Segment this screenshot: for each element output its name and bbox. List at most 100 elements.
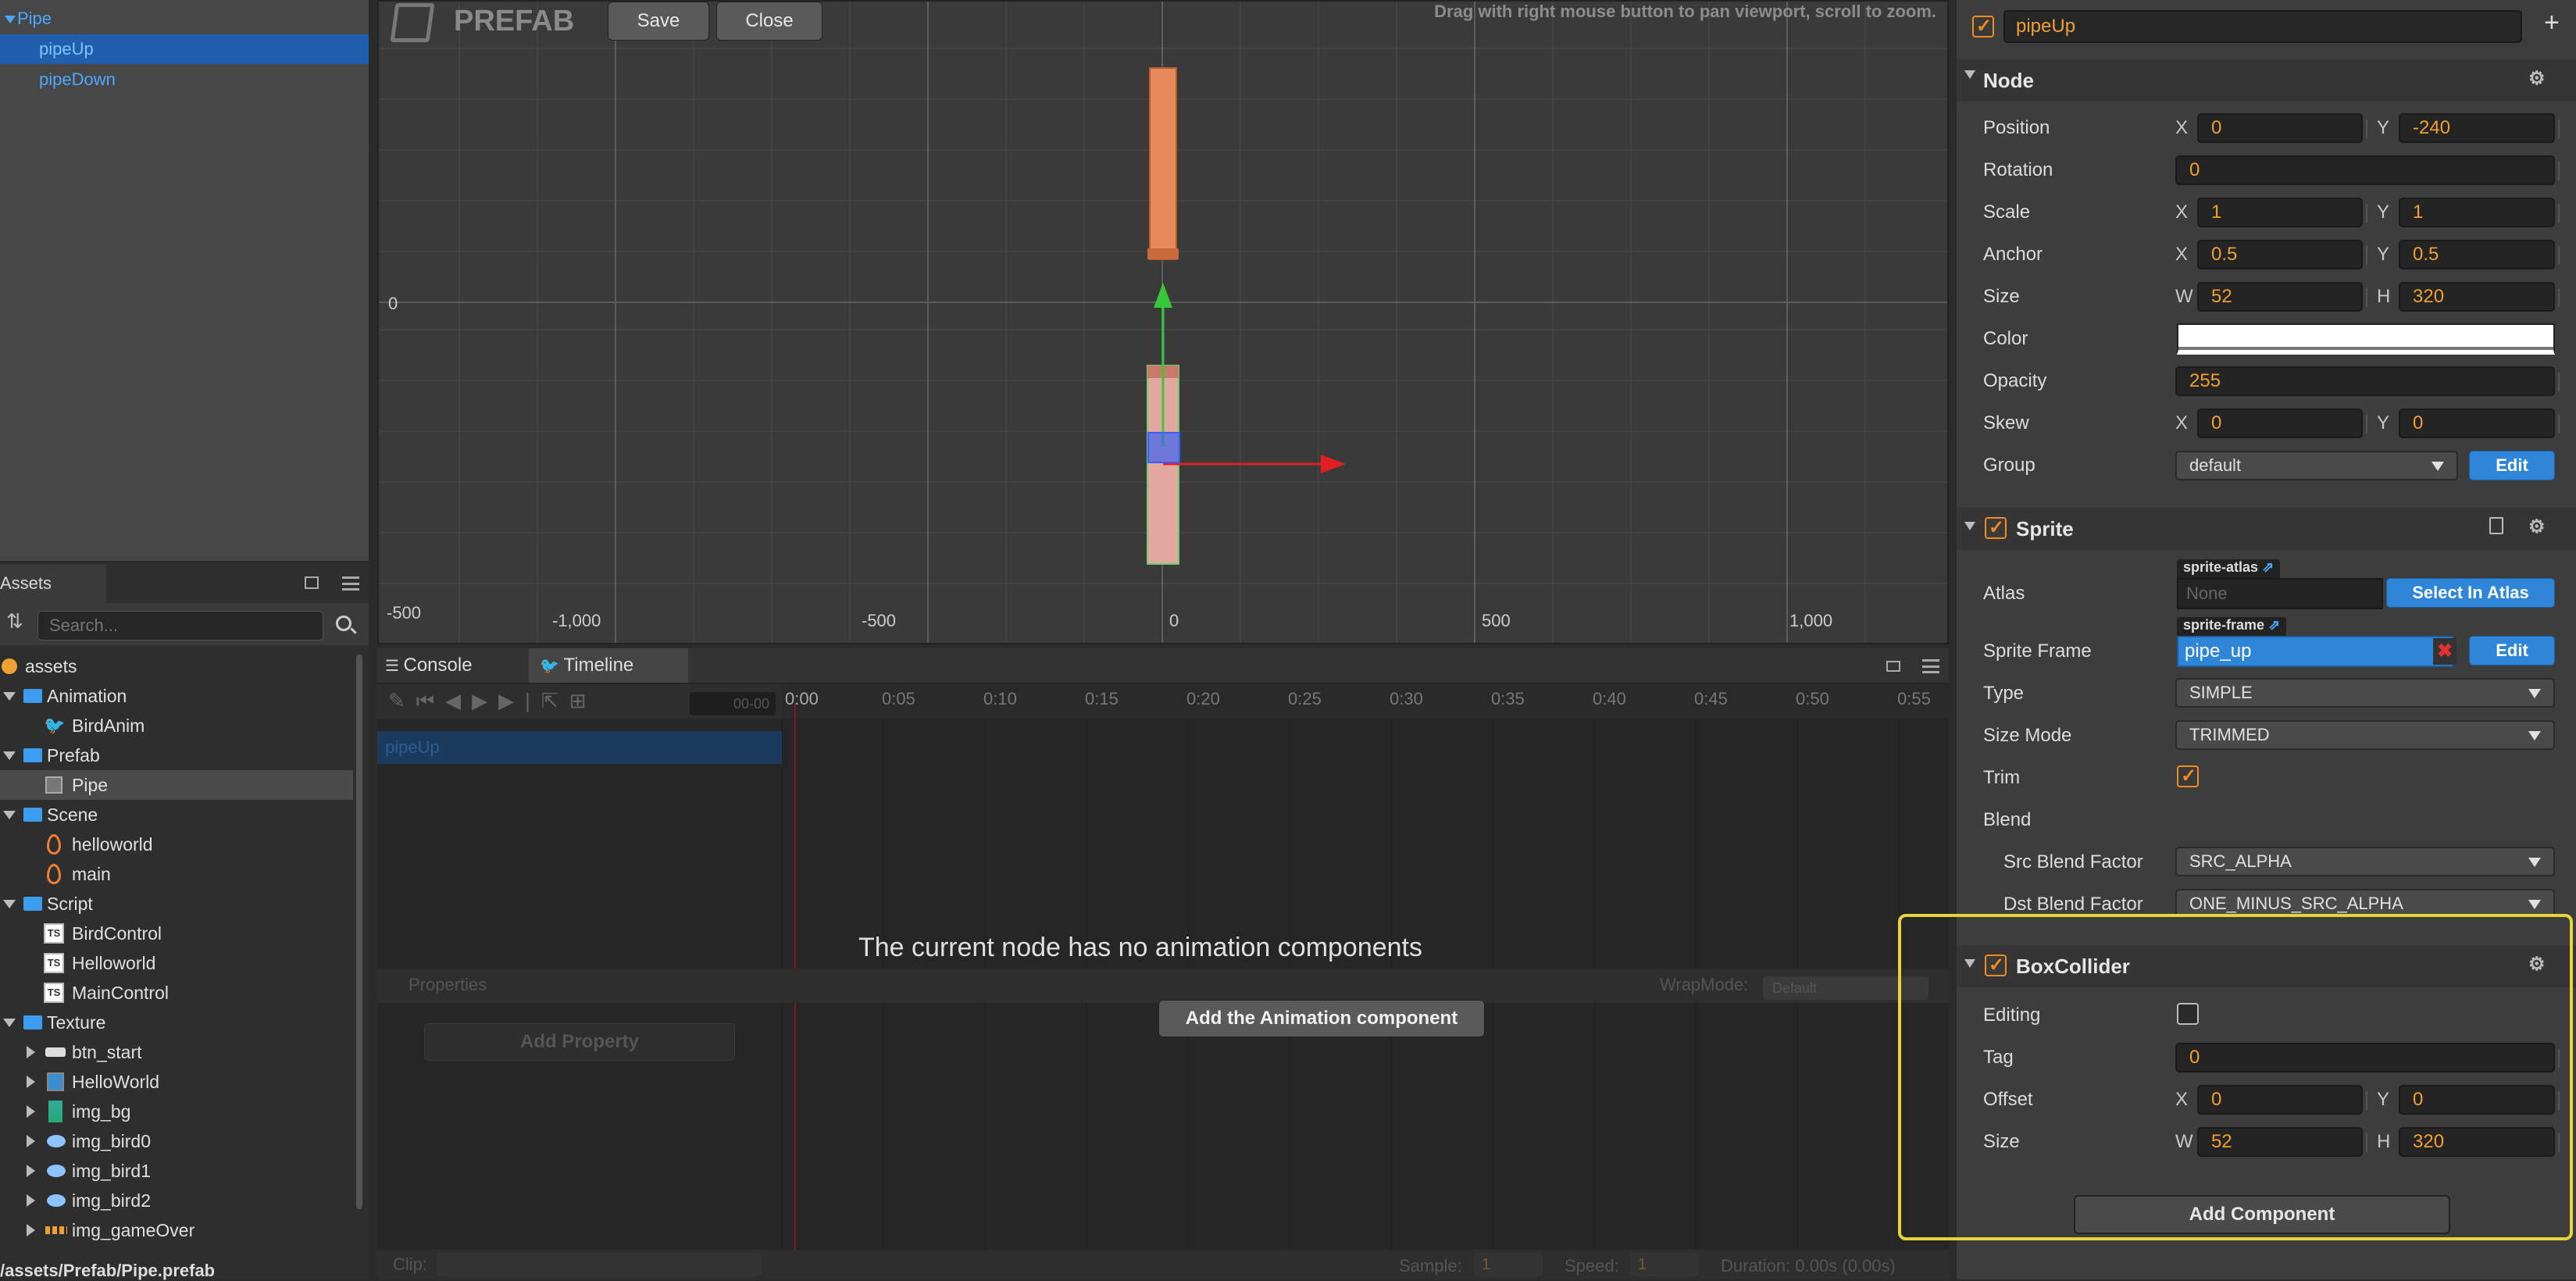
link-icon[interactable]: ⇗ (2268, 617, 2280, 633)
chevron-right-icon[interactable] (27, 1105, 35, 1118)
chevron-down-icon[interactable] (3, 900, 16, 908)
asset-item[interactable]: Animation (0, 681, 353, 711)
asset-item[interactable]: img_gameOver (0, 1215, 353, 1245)
chevron-right-icon[interactable] (27, 1224, 35, 1236)
sprite-frame-edit-button[interactable]: Edit (2469, 636, 2555, 665)
clear-icon[interactable]: ✖ (2433, 638, 2456, 665)
skew-x-input[interactable]: 0 (2197, 409, 2367, 438)
expand-arrow-icon[interactable] (5, 16, 16, 23)
asset-item[interactable]: assets (0, 651, 353, 681)
chevron-right-icon[interactable] (27, 1135, 35, 1147)
time-tick: 0:05 (882, 689, 915, 708)
src-blend-select[interactable]: SRC_ALPHA (2175, 847, 2555, 876)
chevron-right-icon[interactable] (27, 1076, 35, 1088)
asset-item[interactable]: img_bird2 (0, 1186, 353, 1215)
chevron-down-icon[interactable] (3, 1019, 16, 1027)
position-x-input[interactable]: 0 (2197, 113, 2367, 143)
popout-icon[interactable] (305, 576, 319, 589)
asset-item[interactable]: Script (0, 889, 353, 919)
asset-item[interactable]: btn_start (0, 1037, 353, 1067)
scale-y-input[interactable]: 1 (2399, 198, 2560, 227)
chevron-down-icon[interactable] (3, 692, 16, 701)
y-axis-label: -500 (387, 603, 422, 623)
asset-item[interactable]: TS BirdControl (0, 919, 353, 948)
dst-blend-select[interactable]: ONE_MINUS_SRC_ALPHA (2175, 889, 2555, 917)
size-h-input[interactable]: 320 (2399, 282, 2560, 312)
atlas-field[interactable]: None (2177, 578, 2383, 609)
save-button[interactable]: Save (608, 2, 709, 41)
hierarchy-item-pipeup[interactable]: pipeUp (0, 34, 369, 64)
asset-item[interactable]: TS MainControl (0, 978, 353, 1008)
select-value: ONE_MINUS_SRC_ALPHA (2189, 894, 2403, 913)
asset-item[interactable]: img_bird1 (0, 1156, 353, 1186)
anchor-y-input[interactable]: 0.5 (2399, 240, 2560, 269)
asset-item[interactable]: Texture (0, 1008, 353, 1037)
link-icon[interactable]: ⇗ (2262, 559, 2274, 575)
time-ruler[interactable] (782, 684, 1949, 719)
menu-icon[interactable] (342, 576, 359, 591)
tab-timeline[interactable]: 🐦 Timeline (529, 648, 688, 683)
group-select[interactable]: default (2175, 451, 2458, 480)
asset-item[interactable]: Scene (0, 800, 353, 830)
gear-icon[interactable]: ⚙ (2528, 67, 2546, 90)
group-edit-button[interactable]: Edit (2469, 451, 2555, 480)
anchor-x-input[interactable]: 0.5 (2197, 240, 2367, 269)
popout-icon[interactable] (1886, 661, 1900, 672)
close-button[interactable]: Close (716, 2, 822, 41)
trim-checkbox[interactable] (2177, 765, 2199, 787)
skew-y-input[interactable]: 0 (2399, 409, 2560, 438)
hierarchy-label: Pipe (17, 9, 52, 28)
gear-icon[interactable]: ⚙ (2528, 516, 2546, 538)
sprite-enabled-checkbox[interactable] (1985, 516, 2007, 539)
timeline-node-row[interactable]: pipeUp (377, 731, 782, 764)
scale-x-input[interactable]: 1 (2197, 198, 2367, 227)
size-mode-select[interactable]: TRIMMED (2175, 720, 2555, 750)
sort-icon[interactable]: ⇅ (6, 609, 23, 633)
asset-item[interactable]: img_bird0 (0, 1126, 353, 1156)
help-book-icon[interactable] (2489, 517, 2503, 534)
sprite-frame-field[interactable]: pipe_up (2177, 636, 2453, 667)
position-y-input[interactable]: -240 (2399, 113, 2560, 143)
opacity-input[interactable]: 255 (2175, 366, 2560, 396)
asset-item[interactable]: TS Helloworld (0, 948, 353, 978)
chevron-right-icon[interactable] (27, 1046, 35, 1058)
select-in-atlas-button[interactable]: Select In Atlas (2386, 578, 2555, 608)
asset-item[interactable]: img_bg (0, 1097, 353, 1126)
rotation-input[interactable]: 0 (2175, 155, 2560, 185)
type-select[interactable]: SIMPLE (2175, 678, 2555, 708)
clip-select[interactable] (437, 1253, 762, 1276)
node-section-header[interactable]: Node ⚙ (1957, 59, 2576, 102)
asset-item[interactable]: Prefab (0, 740, 353, 770)
sprite-section-header[interactable]: Sprite ⚙ (1957, 508, 2576, 550)
hierarchy-label: pipeUp (39, 39, 94, 59)
chevron-right-icon[interactable] (27, 1165, 35, 1177)
node-active-checkbox[interactable] (1972, 15, 1994, 37)
hierarchy-item-pipe[interactable]: Pipe (0, 4, 369, 34)
node-name-input[interactable]: pipeUp (2003, 10, 2522, 43)
scene-viewport[interactable]: PREFAB Save Close Drag with right mouse … (377, 0, 1949, 644)
add-icon[interactable]: + (2544, 8, 2560, 38)
color-swatch[interactable] (2177, 323, 2555, 355)
chevron-down-icon[interactable] (3, 751, 16, 760)
asset-item[interactable]: main (0, 859, 353, 889)
add-property-button[interactable]: Add Property (424, 1023, 735, 1061)
add-animation-component-button[interactable]: Add the Animation component (1158, 1000, 1485, 1037)
sample-input[interactable]: 1 (1474, 1253, 1543, 1276)
asset-item[interactable]: helloworld (0, 830, 353, 859)
asset-item[interactable]: 🐦 BirdAnim (0, 711, 353, 740)
scrollbar[interactable] (356, 655, 362, 1209)
asset-item[interactable]: HelloWorld (0, 1067, 353, 1097)
chevron-right-icon[interactable] (27, 1194, 35, 1207)
size-w-input[interactable]: 52 (2197, 282, 2367, 312)
menu-icon[interactable] (1922, 659, 1939, 673)
speed-input[interactable]: 1 (1630, 1253, 1699, 1276)
time-display[interactable]: 00-00 (690, 692, 776, 715)
playback-controls[interactable]: ✎⏮◀▶▶|⇱⊞ (388, 689, 598, 714)
chevron-down-icon[interactable] (3, 811, 16, 819)
tab-assets[interactable]: Assets (0, 564, 106, 603)
tab-console[interactable]: ☰ Console (385, 655, 473, 676)
asset-item-selected[interactable]: Pipe (0, 770, 353, 800)
search-icon[interactable] (336, 616, 357, 634)
hierarchy-item-pipedown[interactable]: pipeDown (0, 65, 369, 95)
search-input[interactable] (37, 611, 323, 640)
